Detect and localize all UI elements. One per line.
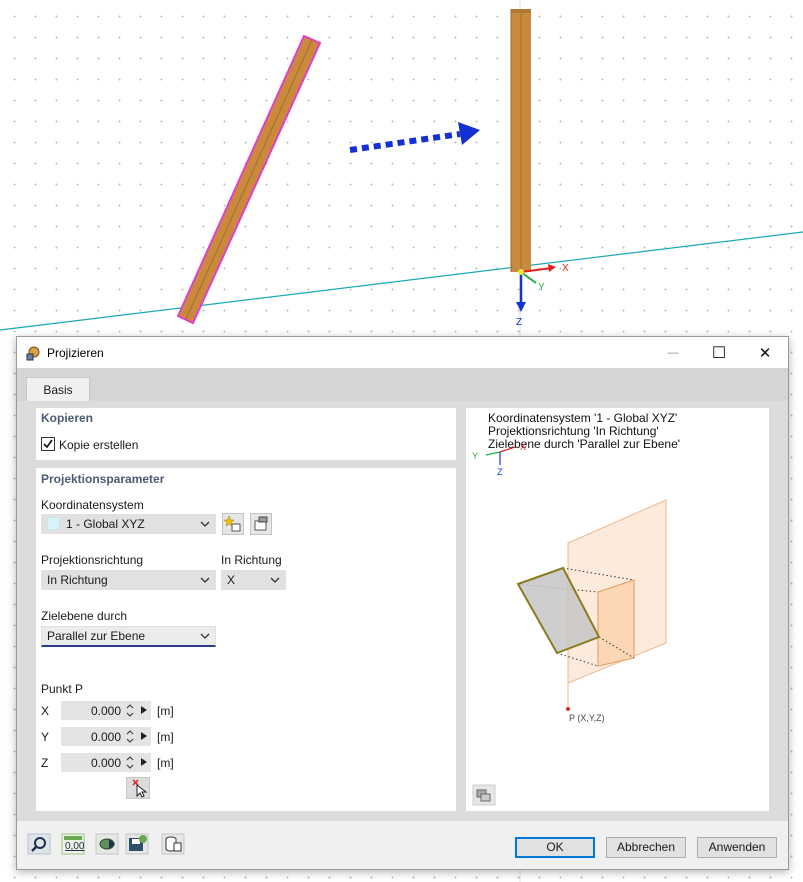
chevron-down-icon: [200, 521, 210, 527]
dialog-titlebar[interactable]: Projizieren — ☐ ✕: [17, 337, 788, 368]
punkt-x-unit: [m]: [157, 704, 174, 718]
punkt-z-value: 0.000: [90, 756, 121, 770]
new-coordinate-system-button[interactable]: [222, 513, 244, 535]
spinner-icon[interactable]: [126, 703, 134, 718]
inclined-member: [176, 34, 322, 325]
close-button[interactable]: ✕: [742, 337, 788, 368]
zielebene-select[interactable]: Parallel zur Ebene: [41, 626, 216, 647]
punkt-y-unit: [m]: [157, 730, 174, 744]
mini-axis-x: X: [520, 442, 526, 452]
chevron-down-icon: [270, 577, 280, 583]
close-icon: ✕: [758, 344, 772, 362]
kopieren-title: Kopieren: [41, 411, 94, 425]
projektionsparameter-title: Projektionsparameter: [41, 472, 165, 486]
axis-y-label: Y: [538, 282, 545, 293]
apply-button[interactable]: Anwenden: [697, 837, 777, 858]
member-axes: X Y Z: [516, 263, 569, 328]
cancel-button[interactable]: Abbrechen: [606, 837, 686, 858]
chevron-down-icon: [200, 633, 210, 639]
dialog-content: Kopieren Kopie erstellen Projektionspara…: [17, 401, 788, 821]
database-icon: [161, 833, 185, 855]
edit-coordinate-system-button[interactable]: [250, 513, 272, 535]
kopieren-panel: Kopieren Kopie erstellen: [36, 408, 456, 460]
search-help-button[interactable]: [27, 833, 51, 855]
save-icon: [125, 833, 149, 855]
projektionsrichtung-select[interactable]: In Richtung: [41, 570, 216, 590]
ok-button[interactable]: OK: [515, 837, 595, 858]
chevron-down-icon: [200, 577, 210, 583]
maximize-button[interactable]: ☐: [696, 337, 742, 368]
units-button[interactable]: 0,00: [61, 833, 85, 855]
projected-shape: [597, 579, 635, 667]
preview-options-icon: [472, 784, 496, 806]
koordinatensystem-select[interactable]: 1 - Global XYZ: [41, 514, 216, 534]
preview-diagram: Y X Z P (X,Y,Z): [472, 442, 667, 806]
in-richtung-select[interactable]: X: [221, 570, 286, 590]
tab-basis[interactable]: Basis: [26, 377, 90, 402]
axis-z-label: Z: [516, 317, 522, 328]
in-richtung-label: In Richtung: [221, 553, 282, 567]
mini-axes-icon: Y X Z: [472, 442, 526, 477]
dialog-title: Projizieren: [47, 346, 104, 360]
punkt-z-unit: [m]: [157, 756, 174, 770]
checkmark-icon: [43, 439, 53, 449]
projizieren-dialog: Projizieren — ☐ ✕ Basis Kopieren Kopie e…: [16, 336, 789, 870]
dialog-footer: 0,00 OK Abbrechen Anwenden: [17, 821, 788, 869]
spinner-icon[interactable]: [126, 755, 134, 770]
kopie-erstellen-label: Kopie erstellen: [59, 438, 139, 452]
kopie-erstellen-checkbox[interactable]: [41, 437, 55, 451]
new-star-icon: [223, 515, 241, 532]
punkt-y-value: 0.000: [90, 730, 121, 744]
point-p-label: P (X,Y,Z): [569, 713, 605, 723]
mini-axis-z: Z: [497, 467, 503, 477]
projektionsrichtung-value: In Richtung: [47, 573, 108, 587]
maximize-icon: ☐: [711, 344, 727, 362]
model-icon: [95, 833, 119, 855]
load-settings-button[interactable]: [161, 833, 185, 855]
punkt-p-label: Punkt P: [41, 682, 84, 696]
punkt-x-input[interactable]: 0.000: [61, 701, 151, 720]
projection-arrow-icon: [349, 122, 480, 153]
zielebene-label: Zielebene durch: [41, 609, 128, 623]
punkt-x-label: X: [41, 704, 50, 718]
koordinatensystem-value: 1 - Global XYZ: [66, 517, 145, 531]
vertical-member: [510, 9, 531, 272]
pick-cursor-icon: [132, 779, 148, 798]
save-settings-button[interactable]: [125, 833, 149, 855]
projektionsparameter-panel: Projektionsparameter Koordinatensystem 1…: [36, 468, 456, 811]
units-icon-text: 0,00: [65, 841, 85, 852]
edit-icon: [254, 516, 268, 531]
project-tool-icon: [26, 346, 40, 361]
minimize-icon: —: [667, 346, 679, 359]
punkt-x-value: 0.000: [90, 704, 121, 718]
coordinate-system-swatch: [47, 517, 60, 530]
projektionsrichtung-label: Projektionsrichtung: [41, 553, 144, 567]
minimize-button[interactable]: —: [650, 337, 696, 368]
model-info-button[interactable]: [95, 833, 119, 855]
pick-point-button[interactable]: [126, 777, 150, 799]
tab-strip: Basis: [17, 368, 788, 402]
axis-x-label: X: [562, 263, 569, 274]
axis-line: [0, 231, 803, 331]
arrow-right-icon[interactable]: [140, 757, 148, 767]
mini-axis-y: Y: [472, 451, 478, 461]
punkt-z-label: Z: [41, 756, 49, 770]
punkt-z-input[interactable]: 0.000: [61, 753, 151, 772]
zielebene-value: Parallel zur Ebene: [47, 629, 146, 643]
punkt-y-input[interactable]: 0.000: [61, 727, 151, 746]
in-richtung-value: X: [227, 573, 236, 587]
koordinatensystem-label: Koordinatensystem: [41, 498, 144, 512]
arrow-right-icon[interactable]: [140, 731, 148, 741]
search-icon: [27, 833, 51, 855]
punkt-y-label: Y: [41, 730, 50, 744]
arrow-right-icon[interactable]: [140, 705, 148, 715]
spinner-icon[interactable]: [126, 729, 134, 744]
point-p-marker: [566, 707, 570, 711]
